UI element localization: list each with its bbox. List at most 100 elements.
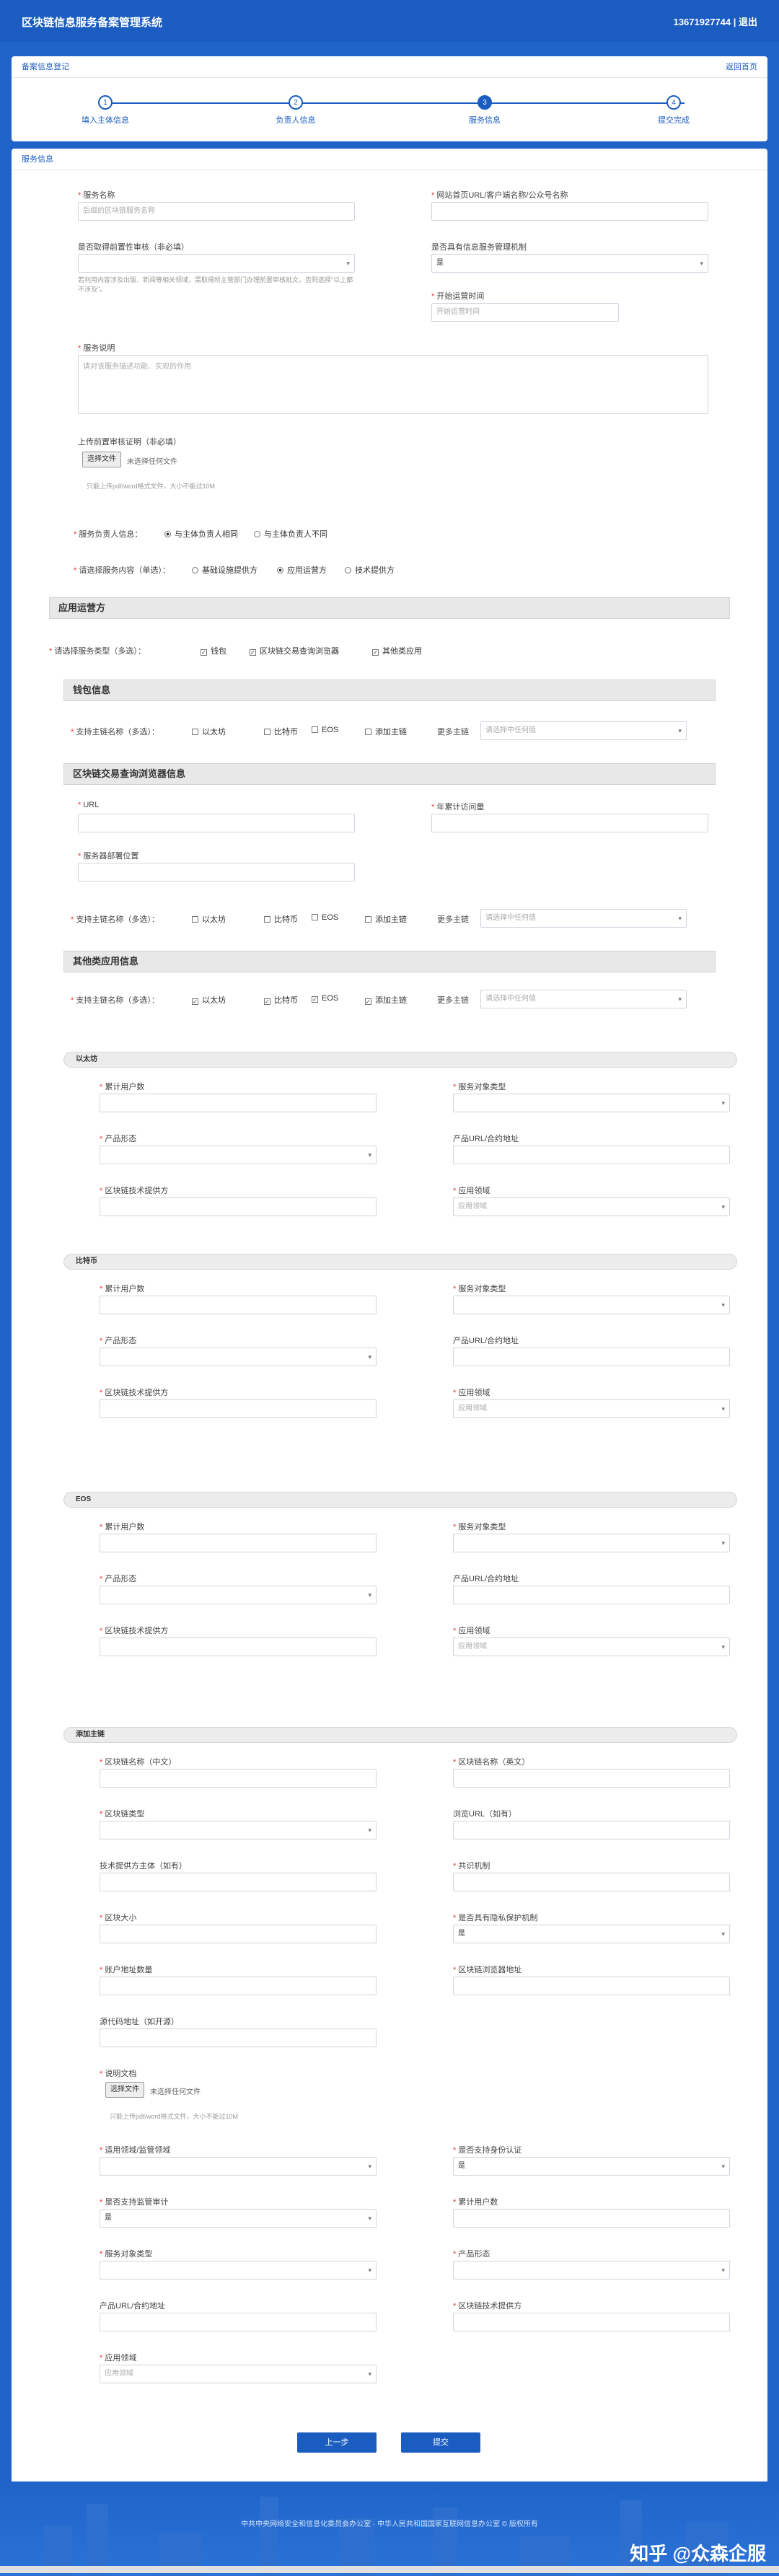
ac-form-select[interactable]: ▾ <box>453 2261 730 2280</box>
cb-tech-provider-input[interactable] <box>100 1399 377 1418</box>
cb-form-select[interactable]: ▾ <box>100 1586 377 1604</box>
cb-product-url-input[interactable] <box>453 1146 730 1164</box>
submit-button[interactable]: 提交 <box>401 2432 480 2453</box>
chevron-down-icon: ▾ <box>721 1539 725 1547</box>
explorer-more-select[interactable]: 请选择中任何值 ▾ <box>480 909 687 928</box>
cb-product-url-input[interactable] <box>453 1348 730 1366</box>
other-eth-checkbox[interactable]: ✓ 以太坊 <box>192 994 226 1006</box>
explorer-more-label: 更多主链 <box>437 915 469 924</box>
cb-tech-provider-input[interactable] <box>100 1638 377 1656</box>
chevron-down-icon: ▾ <box>368 2370 371 2378</box>
ac-identity-select[interactable]: 是 ▾ <box>453 2157 730 2176</box>
other-app-section-bar: 其他类应用信息 <box>63 951 716 972</box>
chevron-down-icon: ▾ <box>678 727 682 734</box>
type-wallet-checkbox[interactable]: ✓ 钱包 <box>201 645 226 656</box>
cb-tech-provider-input[interactable] <box>100 1197 377 1216</box>
type-other-checkbox[interactable]: ✓ 其他类应用 <box>372 645 422 656</box>
ac-browser-addr-input[interactable] <box>453 1977 730 1995</box>
ac-consensus-input[interactable] <box>453 1873 730 1891</box>
other-add-checkbox[interactable]: ✓ 添加主链 <box>365 994 407 1006</box>
resp-diff-radio[interactable]: 与主体负责人不同 <box>254 528 327 540</box>
cb-form-label: * 产品形态 <box>100 1337 137 1345</box>
wallet-more-select[interactable]: 请选择中任何值 ▾ <box>480 721 687 740</box>
back-home-link[interactable]: 返回首页 <box>726 56 757 78</box>
cb-users-input[interactable] <box>100 1296 377 1314</box>
horizontal-scrollbar[interactable] <box>0 2566 779 2573</box>
start-time-input[interactable]: 开始运营时间 <box>431 303 619 322</box>
ac-field-select[interactable]: 应用领域 ▾ <box>100 2365 377 2383</box>
explorer-visits-input[interactable] <box>431 814 708 832</box>
cb-form-select[interactable]: ▾ <box>100 1348 377 1366</box>
watermark-text: 知乎 @众森企服 <box>630 2543 766 2564</box>
explorer-url-input[interactable] <box>78 814 355 832</box>
explorer-btc-checkbox[interactable]: 比特币 <box>264 913 298 925</box>
cb-field-label: * 应用领域 <box>453 1187 490 1195</box>
ac-type-select[interactable]: ▾ <box>100 1821 377 1839</box>
ac-browser-input[interactable] <box>453 1821 730 1839</box>
upload-hint: 只能上传pdf/word格式文件，大小不能过10M <box>87 483 216 490</box>
mgmt-select[interactable]: 是 ▾ <box>431 254 708 273</box>
choose-file-button[interactable]: 选择文件 <box>82 452 121 467</box>
ac-size-input[interactable] <box>100 1925 377 1943</box>
user-logout-link[interactable]: 13671927744 | 退出 <box>674 14 757 28</box>
ac-product-url-input[interactable] <box>100 2313 377 2331</box>
ac-accounts-input[interactable] <box>100 1977 377 1995</box>
cb-field-select[interactable]: 应用领域 ▾ <box>453 1638 730 1656</box>
content-infra-radio[interactable]: 基础设施提供方 <box>192 564 258 576</box>
explorer-url-label: * URL <box>78 801 100 809</box>
step-progress: 1 填入主体信息 2 负责人信息 3 服务信息 4 提交完成 <box>12 92 767 136</box>
other-btc-checkbox[interactable]: ✓ 比特币 <box>264 994 298 1006</box>
approval-select[interactable]: ▾ <box>78 254 355 273</box>
cb-tech-provider-label: * 区块链技术提供方 <box>100 1389 169 1397</box>
deploy-label: * 服务器部署位置 <box>78 852 139 861</box>
footer-text: 中共中央网络安全和信息化委员会办公室 · 中华人民共和国国家互联网信息办公室 ©… <box>241 2520 538 2528</box>
operator-section-bar: 应用运营方 <box>49 597 730 619</box>
ac-regulator-select[interactable]: ▾ <box>100 2157 377 2176</box>
cb-product-url-input[interactable] <box>453 1586 730 1604</box>
cb-service-type-select[interactable]: ▾ <box>453 1296 730 1314</box>
wallet-eth-checkbox[interactable]: 以太坊 <box>192 726 226 737</box>
cb-field-select[interactable]: 应用领域 ▾ <box>453 1399 730 1418</box>
explorer-eos-checkbox[interactable]: EOS <box>312 913 338 922</box>
cb-users-input[interactable] <box>100 1534 377 1552</box>
ac-service-type-select[interactable]: ▾ <box>100 2261 377 2280</box>
service-name-input[interactable]: 后缀的区块链服务名称 <box>78 202 355 221</box>
chain-block-bar: EOS <box>63 1492 737 1508</box>
ac-audit-select[interactable]: 是 ▾ <box>100 2209 377 2228</box>
chevron-down-icon: ▾ <box>368 1591 371 1599</box>
ac-users-label: * 累计用户数 <box>453 2198 498 2207</box>
cb-field-select[interactable]: 应用领域 ▾ <box>453 1197 730 1216</box>
content-operator-radio[interactable]: 应用运营方 <box>277 564 327 576</box>
content-tech-radio[interactable]: 技术提供方 <box>345 564 395 576</box>
ac-choose-file-button[interactable]: 选择文件 <box>105 2082 144 2098</box>
explorer-add-checkbox[interactable]: 添加主链 <box>365 913 407 925</box>
other-eos-checkbox[interactable]: ✓ EOS <box>312 994 338 1003</box>
ac-code-input[interactable] <box>100 2028 377 2047</box>
ac-users-input[interactable] <box>453 2209 730 2228</box>
desc-textarea[interactable]: 请对该服务描述功能、实现的作用 <box>78 355 708 414</box>
step-2: 2 负责人信息 <box>238 92 353 126</box>
prev-step-button[interactable]: 上一步 <box>297 2432 377 2453</box>
ac-consensus-label: * 共识机制 <box>453 1862 490 1871</box>
cb-service-type-select[interactable]: ▾ <box>453 1094 730 1112</box>
cb-service-type-select[interactable]: ▾ <box>453 1534 730 1552</box>
resp-same-radio[interactable]: 与主体负责人相同 <box>164 528 238 540</box>
site-url-input[interactable] <box>431 202 708 221</box>
ac-privacy-select[interactable]: 是 ▾ <box>453 1925 730 1943</box>
wallet-chain-label: * 支持主链名称（多选）： <box>71 728 159 737</box>
ac-name-cn-input[interactable] <box>100 1769 377 1788</box>
explorer-eth-checkbox[interactable]: 以太坊 <box>192 913 226 925</box>
wallet-add-checkbox[interactable]: 添加主链 <box>365 726 407 737</box>
cb-users-input[interactable] <box>100 1094 377 1112</box>
other-more-select[interactable]: 请选择中任何值 ▾ <box>480 990 687 1008</box>
type-explorer-checkbox[interactable]: ✓ 区块链交易查询浏览器 <box>250 645 339 656</box>
deploy-input[interactable] <box>78 863 355 882</box>
ac-tech-input[interactable] <box>100 1873 377 1891</box>
wallet-eos-checkbox[interactable]: EOS <box>312 726 338 734</box>
ac-tech-provider-input[interactable] <box>453 2313 730 2331</box>
wallet-btc-checkbox[interactable]: 比特币 <box>264 726 298 737</box>
ac-name-en-input[interactable] <box>453 1769 730 1788</box>
cb-form-select[interactable]: ▾ <box>100 1146 377 1164</box>
ac-type-label: * 区块链类型 <box>100 1810 145 1819</box>
chevron-down-icon: ▾ <box>721 1099 725 1107</box>
